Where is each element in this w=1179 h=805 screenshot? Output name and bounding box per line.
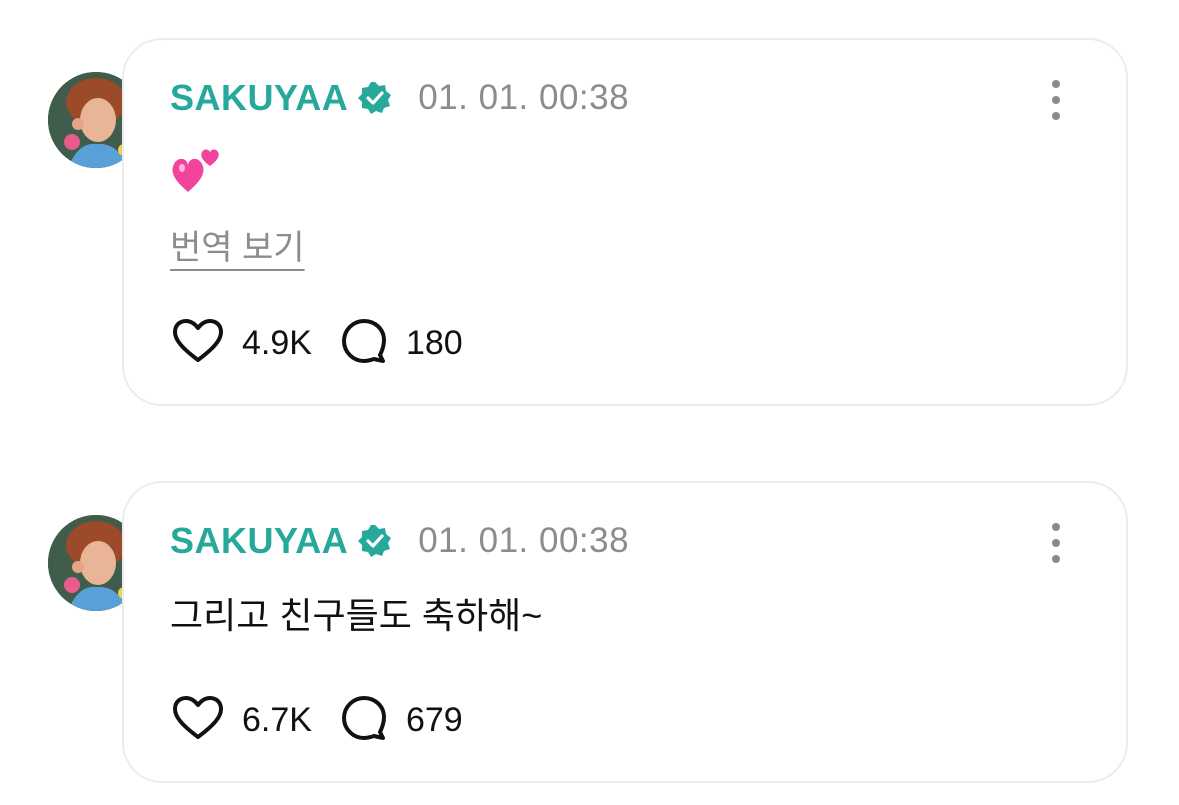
like-count: 6.7K — [242, 700, 312, 739]
two-hearts-emoji — [170, 140, 226, 196]
post-text: 그리고 친구들도 축하해~ — [170, 595, 543, 636]
post-header: SAKUYAA 01. 01. 00:38 — [170, 517, 629, 565]
like-button[interactable]: 4.9K — [172, 318, 312, 369]
speech-bubble-icon — [340, 694, 388, 747]
comment-count: 679 — [405, 700, 463, 739]
post-actions: 6.7K 679 — [172, 695, 491, 745]
heart-outline-icon — [172, 695, 224, 746]
timestamp: 01. 01. 00:38 — [418, 521, 630, 560]
timestamp: 01. 01. 00:38 — [418, 78, 630, 117]
username[interactable]: SAKUYAA — [170, 77, 348, 119]
verified-badge-icon — [358, 81, 392, 115]
comment-count: 180 — [405, 323, 463, 362]
comment-button[interactable]: 679 — [340, 694, 463, 747]
post-card: SAKUYAA 01. 01. 00:38 그리고 친구들도 축하해~ 6.7K — [122, 481, 1128, 783]
more-vertical-icon[interactable] — [1044, 80, 1068, 120]
verified-badge-icon — [358, 524, 392, 558]
more-vertical-icon[interactable] — [1044, 523, 1068, 563]
post-card: SAKUYAA 01. 01. 00:38 번역 보기 4.9K 180 — [122, 38, 1128, 406]
translate-link[interactable]: 번역 보기 — [170, 220, 305, 269]
like-button[interactable]: 6.7K — [172, 695, 312, 746]
post-header: SAKUYAA 01. 01. 00:38 — [170, 74, 629, 122]
speech-bubble-icon — [340, 317, 388, 370]
comment-button[interactable]: 180 — [340, 317, 463, 370]
heart-outline-icon — [172, 318, 224, 369]
like-count: 4.9K — [242, 323, 312, 362]
username[interactable]: SAKUYAA — [170, 520, 348, 562]
post-actions: 4.9K 180 — [172, 318, 491, 368]
